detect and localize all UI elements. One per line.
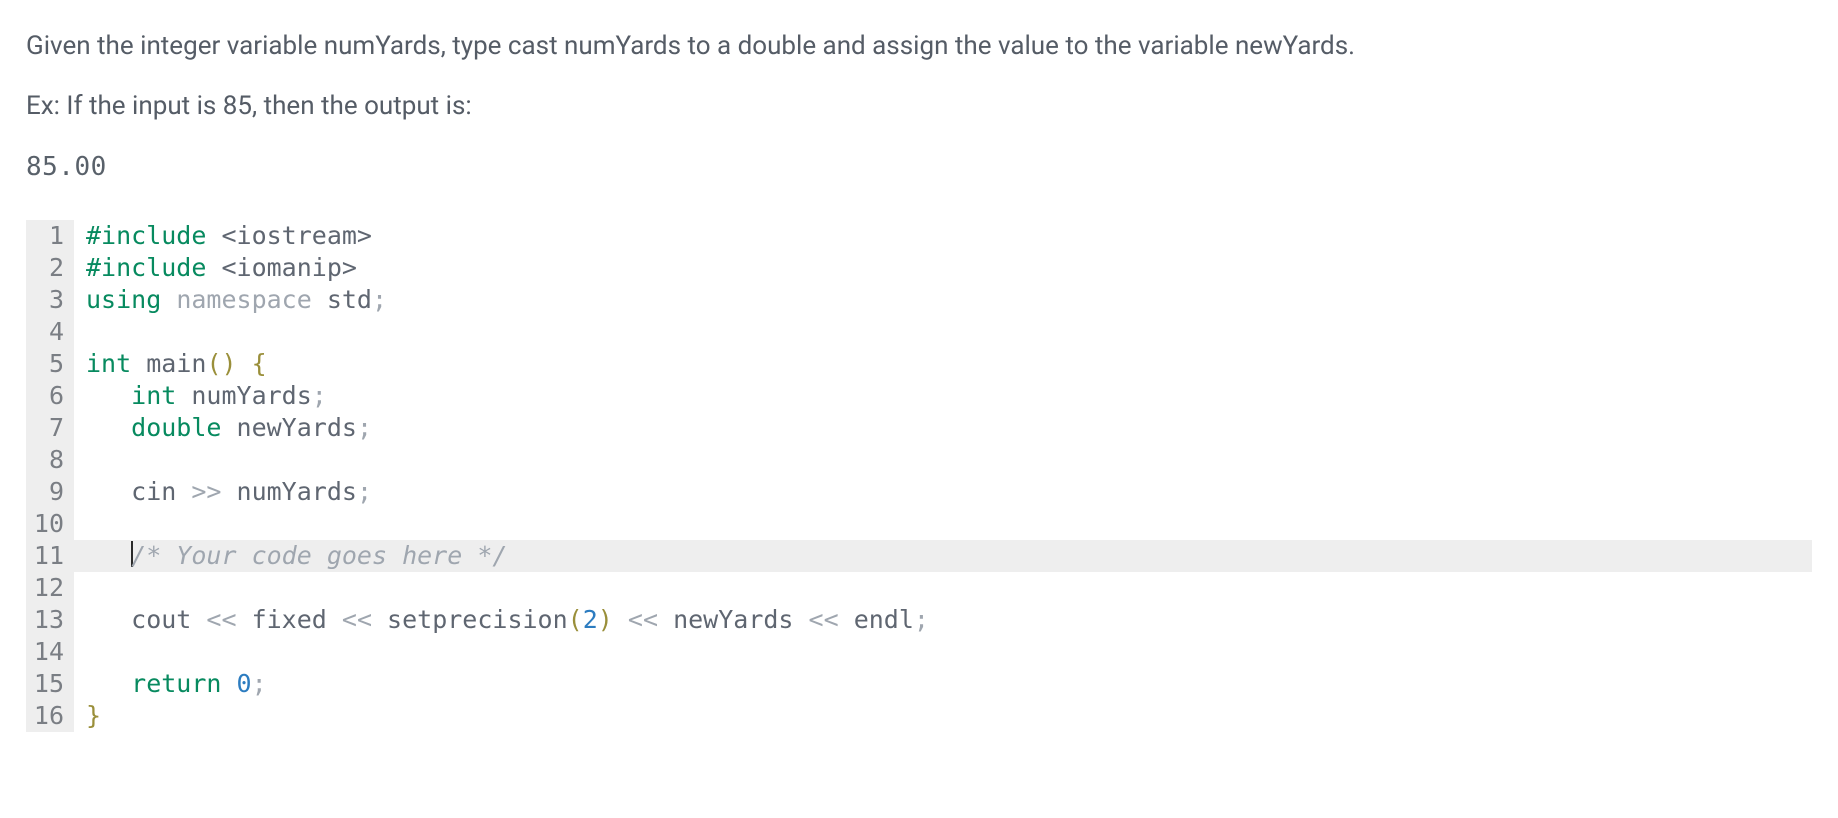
line-number: 8 bbox=[30, 444, 68, 476]
code-token: namespace bbox=[176, 285, 327, 314]
code-token: newYards bbox=[237, 413, 357, 442]
line-number: 7 bbox=[30, 412, 68, 444]
code-token: << bbox=[628, 605, 673, 634]
code-token: numYards bbox=[237, 477, 357, 506]
code-token bbox=[237, 349, 252, 378]
code-line[interactable]: double newYards; bbox=[74, 412, 1812, 444]
code-token: ; bbox=[914, 605, 929, 634]
code-line[interactable]: using namespace std; bbox=[74, 284, 1812, 316]
code-token: cout bbox=[131, 605, 206, 634]
code-line[interactable] bbox=[74, 444, 1812, 476]
line-number: 2 bbox=[30, 252, 68, 284]
code-token: << bbox=[809, 605, 854, 634]
code-token: fixed bbox=[252, 605, 342, 634]
code-body[interactable]: #include <iostream>#include <iomanip>usi… bbox=[74, 220, 1812, 732]
line-number: 16 bbox=[30, 700, 68, 732]
line-number: 6 bbox=[30, 380, 68, 412]
code-token bbox=[613, 605, 628, 634]
code-token: <iostream> bbox=[221, 221, 372, 250]
line-number: 5 bbox=[30, 348, 68, 380]
code-token: int bbox=[86, 349, 146, 378]
code-token: <iomanip> bbox=[221, 253, 356, 282]
code-token: main bbox=[146, 349, 206, 378]
line-number: 12 bbox=[30, 572, 68, 604]
code-token bbox=[86, 413, 131, 442]
code-token: double bbox=[131, 413, 236, 442]
code-token bbox=[86, 381, 131, 410]
line-number: 13 bbox=[30, 604, 68, 636]
code-token: { bbox=[252, 349, 267, 378]
code-token: << bbox=[342, 605, 387, 634]
line-number: 14 bbox=[30, 636, 68, 668]
code-token bbox=[86, 541, 131, 570]
code-line[interactable]: int main() { bbox=[74, 348, 1812, 380]
page-root: Given the integer variable numYards, typ… bbox=[0, 0, 1838, 818]
code-token: numYards bbox=[191, 381, 311, 410]
code-token: int bbox=[131, 381, 191, 410]
code-line[interactable]: cout << fixed << setprecision(2) << newY… bbox=[74, 604, 1812, 636]
code-token: ) bbox=[598, 605, 613, 634]
code-token: ; bbox=[357, 477, 372, 506]
code-line[interactable]: } bbox=[74, 700, 1812, 732]
line-number-gutter: 12345678910111213141516 bbox=[26, 220, 74, 732]
code-token: ; bbox=[357, 413, 372, 442]
code-token: /* Your code goes here */ bbox=[131, 541, 507, 570]
code-token bbox=[86, 477, 131, 506]
line-number: 1 bbox=[30, 220, 68, 252]
code-token: ; bbox=[372, 285, 387, 314]
code-token: endl bbox=[854, 605, 914, 634]
code-line[interactable]: #include <iomanip> bbox=[74, 252, 1812, 284]
code-line[interactable]: /* Your code goes here */ bbox=[74, 540, 1812, 572]
code-line[interactable]: cin >> numYards; bbox=[74, 476, 1812, 508]
example-output: 85.00 bbox=[26, 153, 1812, 182]
code-token: #include bbox=[86, 253, 221, 282]
code-token: ; bbox=[312, 381, 327, 410]
code-token: std bbox=[327, 285, 372, 314]
code-token bbox=[86, 605, 131, 634]
line-number: 15 bbox=[30, 668, 68, 700]
code-token bbox=[86, 669, 131, 698]
code-token: using bbox=[86, 285, 176, 314]
code-token: setprecision bbox=[387, 605, 568, 634]
code-token: #include bbox=[86, 221, 221, 250]
question-text: Given the integer variable numYards, typ… bbox=[26, 28, 1812, 66]
code-line[interactable]: int numYards; bbox=[74, 380, 1812, 412]
code-token: } bbox=[86, 701, 101, 730]
line-number: 11 bbox=[30, 540, 68, 572]
code-token: () bbox=[206, 349, 236, 378]
code-token: newYards bbox=[673, 605, 808, 634]
code-line[interactable] bbox=[74, 508, 1812, 540]
code-token: >> bbox=[191, 477, 236, 506]
code-token: 0 bbox=[237, 669, 252, 698]
code-line[interactable] bbox=[74, 316, 1812, 348]
code-line[interactable]: return 0; bbox=[74, 668, 1812, 700]
code-token: cin bbox=[131, 477, 191, 506]
line-number: 9 bbox=[30, 476, 68, 508]
code-token: 2 bbox=[583, 605, 598, 634]
code-token: ( bbox=[568, 605, 583, 634]
code-token: << bbox=[206, 605, 251, 634]
example-heading: Ex: If the input is 85, then the output … bbox=[26, 88, 1812, 126]
code-token: return bbox=[131, 669, 236, 698]
line-number: 10 bbox=[30, 508, 68, 540]
code-token: ; bbox=[252, 669, 267, 698]
line-number: 4 bbox=[30, 316, 68, 348]
code-editor[interactable]: 12345678910111213141516 #include <iostre… bbox=[26, 220, 1812, 732]
line-number: 3 bbox=[30, 284, 68, 316]
code-line[interactable] bbox=[74, 572, 1812, 604]
code-line[interactable]: #include <iostream> bbox=[74, 220, 1812, 252]
code-line[interactable] bbox=[74, 636, 1812, 668]
